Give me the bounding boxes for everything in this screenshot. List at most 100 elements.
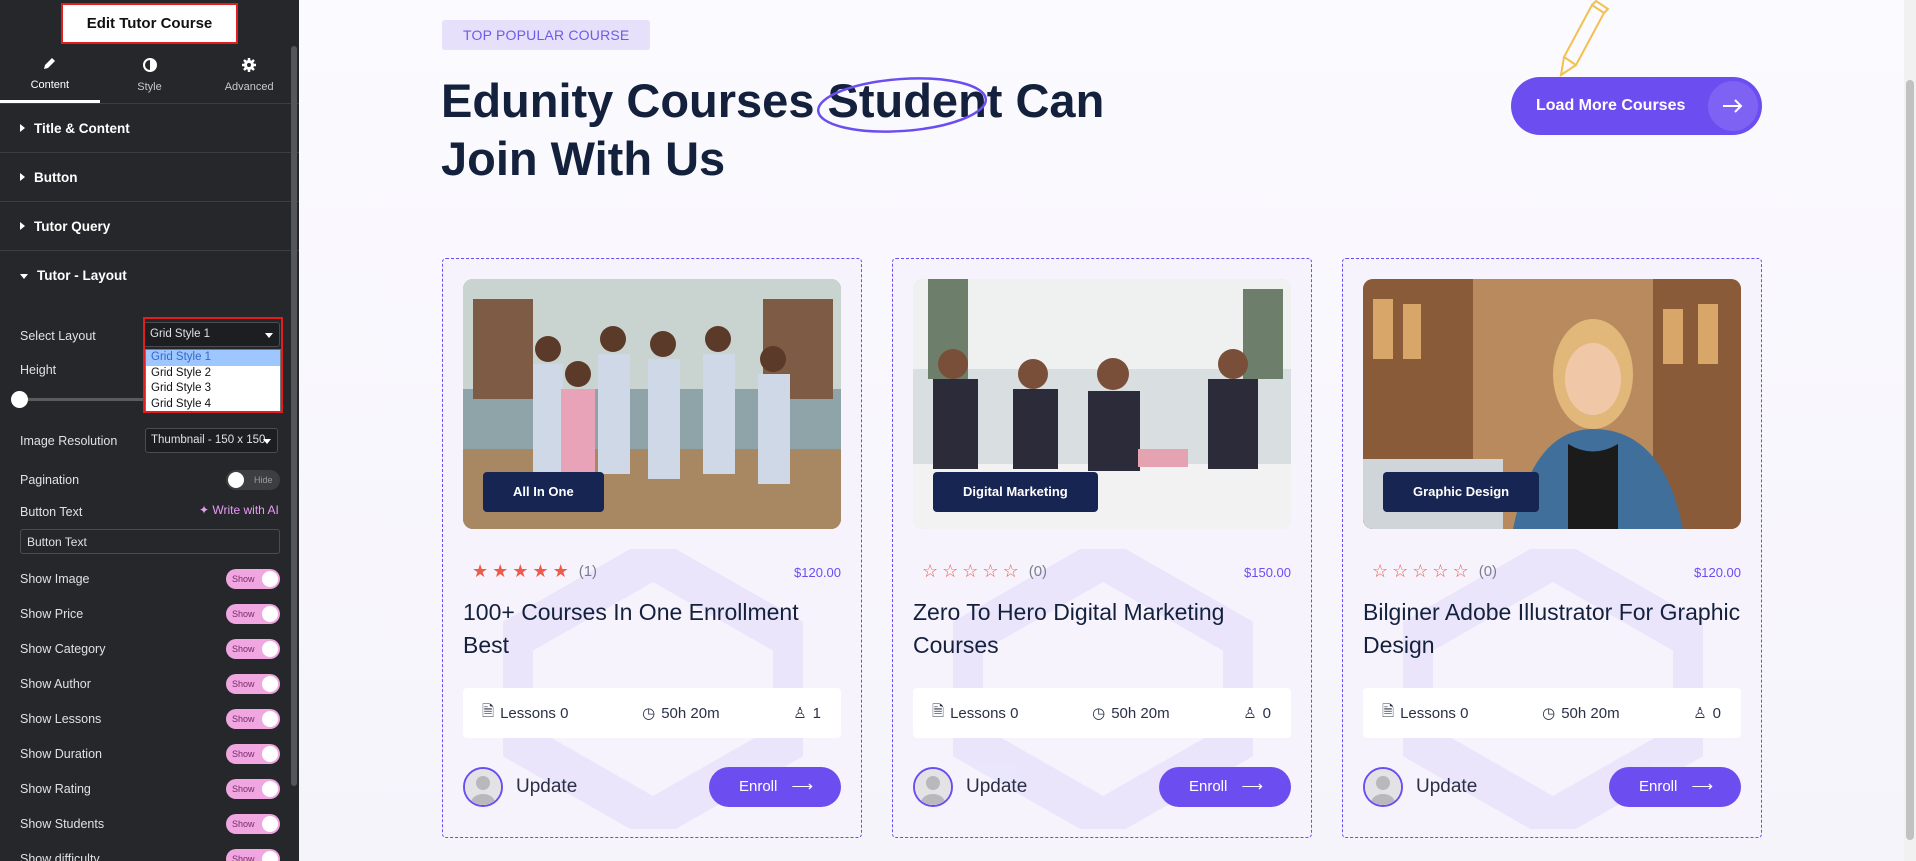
panel-tabs: Content Style Advanced [0, 46, 299, 104]
load-more-button[interactable]: Load More Courses [1511, 77, 1762, 135]
course-title[interactable]: Zero To Hero Digital Marketing Courses [913, 596, 1293, 662]
layout-option[interactable]: Grid Style 2 [146, 366, 280, 382]
page-scrollbar-thumb[interactable] [1906, 80, 1914, 840]
clock-icon: ◷ [1092, 705, 1106, 722]
section-tutor-layout[interactable]: Tutor - Layout [0, 251, 299, 300]
clock-icon: ◷ [1542, 705, 1556, 722]
lessons-count: Lessons 0 [1400, 704, 1469, 722]
height-slider-track[interactable] [20, 398, 145, 401]
page-scrollbar[interactable] [1904, 0, 1916, 861]
course-card[interactable]: Digital Marketing ☆ ☆ ☆ ☆ ☆ (0) $150.00 Zero … [892, 258, 1312, 838]
duration-info: ◷ 50h 20m [1542, 704, 1620, 723]
arrow-right-icon: ⟶ [1241, 778, 1263, 795]
layout-option[interactable]: Grid Style 1 [146, 350, 280, 366]
star-empty-icon: ☆ [1452, 561, 1469, 581]
course-card[interactable]: All In One ★ ★ ★ ★ ★ (1) $120.00 100+ Courses… [442, 258, 862, 838]
students-count: 1 [812, 704, 821, 722]
button-text-label: Button Text [20, 505, 83, 519]
star-empty-icon: ☆ [1412, 561, 1429, 581]
lessons-count: Lessons 0 [950, 704, 1019, 722]
lessons-info: 🗎 Lessons 0 [482, 701, 568, 726]
duration-info: ◷ 50h 20m [1092, 704, 1169, 723]
image-resolution-value: Thumbnail - 150 x 150 [151, 434, 266, 446]
course-card[interactable]: Graphic Design ☆ ☆ ☆ ☆ ☆ (0) $120.00 Bilginer… [1342, 258, 1762, 838]
show-price-toggle[interactable]: Show [226, 604, 280, 624]
duration-value: 50h 20m [1561, 704, 1620, 722]
caret-right-icon [20, 222, 25, 230]
lessons-count: Lessons 0 [500, 704, 569, 722]
show-students-toggle[interactable]: Show [226, 814, 280, 834]
section-label: Tutor - Layout [37, 268, 127, 283]
show-duration-toggle[interactable]: Show [226, 744, 280, 764]
course-category-badge[interactable]: Graphic Design [1383, 472, 1540, 512]
star-filled-icon: ★ [472, 561, 489, 581]
enroll-label: Enroll [739, 778, 778, 795]
tab-style[interactable]: Style [100, 46, 200, 103]
panel-title: Edit Tutor Course [60, 2, 239, 44]
arrow-right-icon: ⟶ [1691, 778, 1713, 795]
rating-stars: ☆ ☆ ☆ ☆ ☆ (0) [922, 561, 1047, 582]
enroll-button[interactable]: Enroll ⟶ [709, 767, 841, 807]
arrow-right-icon: ⟶ [791, 778, 813, 795]
tab-content[interactable]: Content [0, 46, 100, 103]
star-filled-icon: ★ [552, 561, 569, 581]
show-difficulty-toggle[interactable]: Show [226, 849, 280, 861]
avatar[interactable] [463, 767, 503, 807]
star-empty-icon: ☆ [1392, 561, 1409, 581]
enroll-label: Enroll [1639, 778, 1678, 795]
layout-option[interactable]: Grid Style 4 [146, 397, 280, 413]
star-empty-icon: ☆ [1432, 561, 1449, 581]
avatar[interactable] [1363, 767, 1403, 807]
course-category-badge[interactable]: Digital Marketing [933, 472, 1098, 512]
height-slider-handle[interactable] [11, 391, 28, 408]
course-meta: 🗎 Lessons 0 ◷ 50h 20m ♙ 0 [1363, 688, 1741, 738]
show-category-toggle[interactable]: Show [226, 639, 280, 659]
enroll-button[interactable]: Enroll ⟶ [1609, 767, 1741, 807]
show-rating-toggle[interactable]: Show [226, 779, 280, 799]
clock-icon: ◷ [642, 705, 656, 722]
course-title[interactable]: Bilginer Adobe Illustrator For Graphic D… [1363, 596, 1743, 662]
course-price: $120.00 [1694, 565, 1741, 580]
image-resolution-select[interactable]: Thumbnail - 150 x 150 [145, 428, 278, 453]
caret-right-icon [20, 173, 25, 181]
section-label: Button [34, 169, 78, 185]
author-name[interactable]: Update [516, 776, 577, 798]
pencil-icon [43, 58, 55, 69]
select-layout-dropdown[interactable]: Grid Style 1 [143, 322, 280, 347]
lessons-info: 🗎 Lessons 0 [932, 701, 1018, 726]
tab-advanced[interactable]: Advanced [199, 46, 299, 103]
button-text-input[interactable] [20, 529, 280, 554]
show-author-toggle[interactable]: Show [226, 674, 280, 694]
write-with-ai-link[interactable]: ✦ Write with AI [199, 503, 279, 517]
star-empty-icon: ☆ [982, 561, 999, 581]
avatar[interactable] [913, 767, 953, 807]
page-canvas: TOP POPULAR COURSE Edunity Courses Stude… [299, 0, 1916, 861]
layout-option[interactable]: Grid Style 3 [146, 381, 280, 397]
document-icon: 🗎 [932, 702, 945, 720]
rating-count: (0) [1478, 563, 1498, 580]
user-icon: ♙ [1243, 705, 1257, 722]
tab-content-label: Content [30, 79, 70, 91]
pagination-toggle[interactable]: Hide [226, 470, 280, 490]
show-image-toggle[interactable]: Show [226, 569, 280, 589]
star-filled-icon: ★ [492, 561, 509, 581]
section-button[interactable]: Button [0, 153, 299, 202]
author-name[interactable]: Update [1416, 776, 1477, 798]
dropdown-arrow-icon [265, 333, 273, 338]
course-category-badge[interactable]: All In One [483, 472, 604, 512]
toggle-label: Show Rating [20, 782, 91, 796]
height-label: Height [20, 363, 57, 377]
section-title-content[interactable]: Title & Content [0, 104, 299, 153]
image-resolution-label: Image Resolution [20, 434, 118, 448]
rating-count: (1) [578, 563, 598, 580]
course-title[interactable]: 100+ Courses In One Enrollment Best [463, 596, 843, 662]
panel-scrollbar[interactable] [291, 46, 297, 786]
toggle-label: Show Students [20, 817, 105, 831]
section-tutor-query[interactable]: Tutor Query [0, 202, 299, 251]
author-name[interactable]: Update [966, 776, 1027, 798]
show-lessons-toggle[interactable]: Show [226, 709, 280, 729]
write-with-ai-label: Write with AI [212, 503, 279, 517]
star-filled-icon: ★ [512, 561, 529, 581]
course-meta: 🗎 Lessons 0 ◷ 50h 20m ♙ 1 [463, 688, 841, 738]
enroll-button[interactable]: Enroll ⟶ [1159, 767, 1291, 807]
